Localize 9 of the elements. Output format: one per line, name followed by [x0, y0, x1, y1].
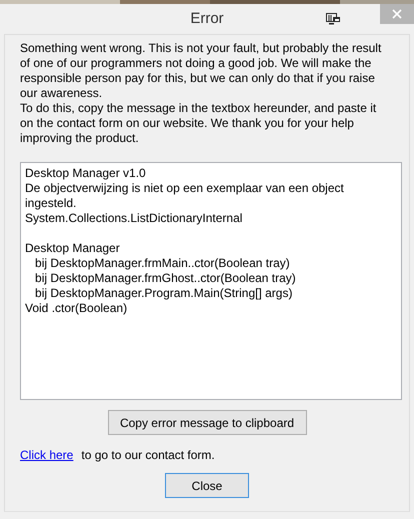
- intro-paragraph: To do this, copy the message in the textbox hereunder, and paste it on the contact form on our website. We thank you for your help improving the product.: [20, 101, 378, 146]
- copy-button[interactable]: Copy error message to clipboard: [108, 410, 306, 435]
- error-text-field[interactable]: Desktop Manager v1.0 De objectverwijzing is niet op een exemplaar van een object ingesteld. System.Collections.ListDictionaryInternal Desktop Manager bij DesktopManager.frmMain..ctor(Boolean tray) bij DesktopManager.frmGhost..ctor(Boolean tray) bij DesktopManager.Program.Main(String[] args) Void .ctor(Boolean): [20, 162, 402, 400]
- contact-text: to go to our contact form.: [81, 448, 215, 462]
- intro-paragraph: Something went wrong. This is not your fault, but probably the result of one of our programmers not doing a good job. We will make the responsible person pay for this, but we can only do that if you raise our awareness.: [20, 41, 382, 101]
- monitor-icon[interactable]: [326, 13, 340, 25]
- window-title: Error: [189, 9, 225, 29]
- close-button[interactable]: Close: [165, 473, 249, 498]
- contact-link[interactable]: Click here: [20, 448, 74, 462]
